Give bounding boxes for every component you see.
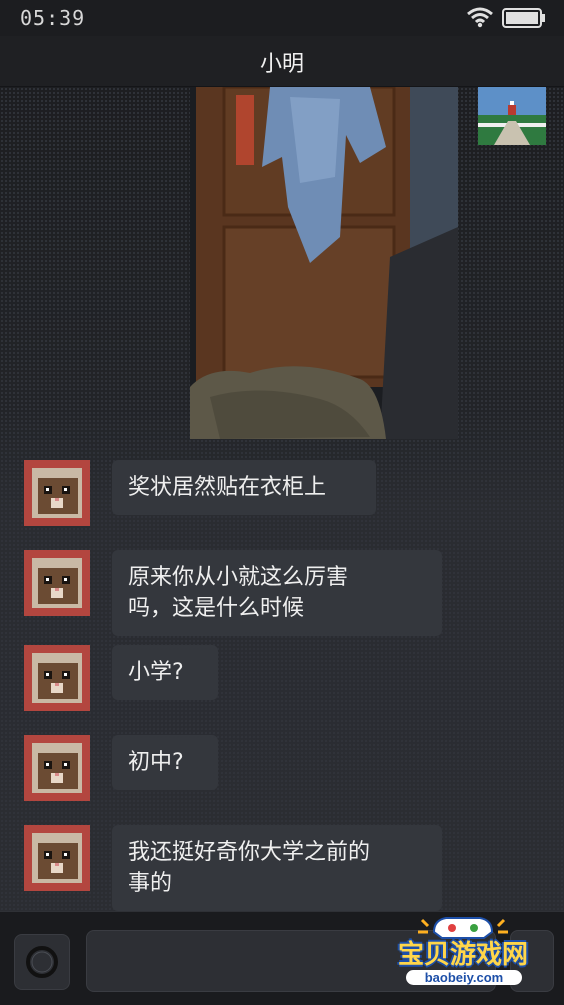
message-text: 事的	[128, 871, 173, 896]
friend-avatar[interactable]	[24, 735, 90, 801]
friend-avatar[interactable]	[24, 550, 90, 616]
chat-header: 小明	[0, 36, 564, 87]
chat-area[interactable]: 奖状居然贴在衣柜上 原来你从小就这么厉害 吗，这是什么时候 小学? 初中? 我还…	[0, 87, 564, 911]
camera-icon	[26, 946, 58, 978]
watermark-url: baobeiy.com	[406, 970, 522, 985]
chat-title: 小明	[259, 52, 304, 77]
message-text: 小学?	[128, 660, 184, 685]
message-bubble[interactable]: 我还挺好奇你大学之前的 事的	[112, 825, 442, 911]
message-bubble[interactable]: 奖状居然贴在衣柜上	[112, 460, 376, 515]
my-avatar[interactable]	[478, 87, 546, 145]
message-bubble[interactable]: 原来你从小就这么厉害 吗，这是什么时候	[112, 550, 442, 636]
friend-avatar[interactable]	[24, 825, 90, 891]
message-text: 奖状居然贴在衣柜上	[128, 475, 327, 500]
message-text: 吗，这是什么时候	[128, 596, 305, 621]
status-time: 05:39	[20, 6, 86, 30]
watermark-logo: 宝贝游戏网 baobeiy.com	[388, 912, 538, 1002]
sent-photo[interactable]	[190, 87, 458, 439]
message-bubble[interactable]: 初中?	[112, 735, 218, 790]
friend-avatar[interactable]	[24, 460, 90, 526]
message-text: 原来你从小就这么厉害	[128, 565, 349, 590]
watermark-text: 宝贝游戏网	[397, 940, 528, 970]
message-text: 我还挺好奇你大学之前的	[128, 840, 371, 865]
battery-icon	[502, 8, 545, 28]
message-bubble[interactable]: 小学?	[112, 645, 218, 700]
friend-avatar[interactable]	[24, 645, 90, 711]
camera-button[interactable]	[14, 934, 70, 990]
message-text: 初中?	[128, 750, 184, 775]
status-bar: 05:39	[0, 0, 564, 36]
wifi-icon	[467, 7, 493, 28]
